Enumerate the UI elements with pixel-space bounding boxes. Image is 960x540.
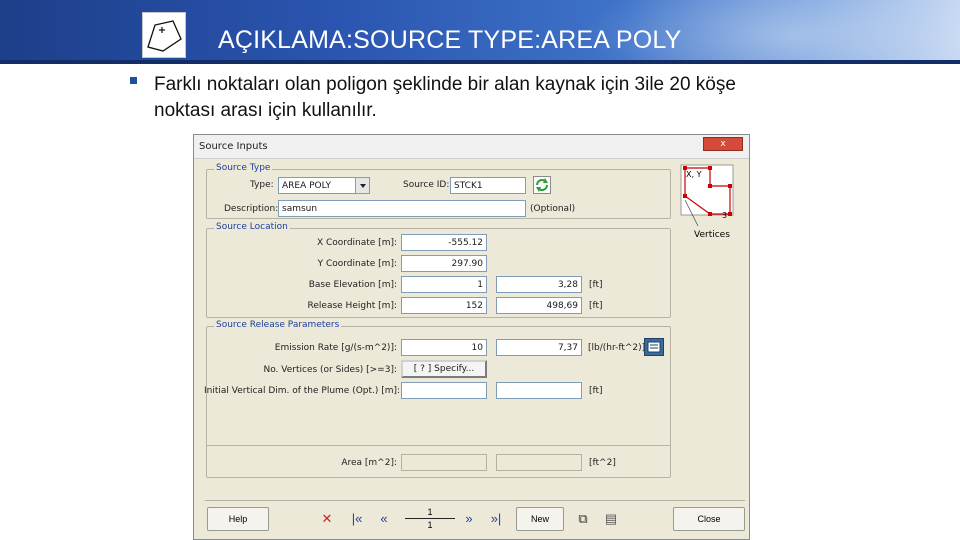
bullet-line-2: noktası arası için kullanılır.: [154, 100, 377, 121]
initial-vertical-dim-unit: [ft]: [589, 386, 603, 396]
close-button[interactable]: Close: [673, 507, 745, 531]
x-coordinate-label: X Coordinate [m]:: [316, 238, 397, 248]
vertices-diagram: X, Y 3 Vertices: [680, 164, 740, 244]
source-id-label: Source ID:: [403, 180, 450, 190]
bullet-text: Farklı noktaları olan poligon şeklinde b…: [154, 72, 914, 124]
specify-vertices-button[interactable]: [ ? ] Specify...: [401, 360, 487, 378]
type-select[interactable]: AREA POLY: [278, 177, 370, 194]
dialog-title-bar: Source Inputs x: [194, 135, 749, 159]
x-coordinate-field[interactable]: -555.12: [401, 234, 487, 251]
area-ft-field: [496, 454, 582, 471]
refresh-icon[interactable]: [533, 176, 551, 194]
dialog-title: Source Inputs: [199, 141, 268, 152]
area-divider: [206, 445, 671, 446]
dialog-close-button[interactable]: x: [703, 137, 743, 151]
optional-label: (Optional): [530, 204, 576, 214]
diagram-xy-label: X, Y: [686, 170, 702, 179]
emission-rate-label: Emission Rate [g/(s-m^2)]:: [274, 343, 397, 353]
record-current: 1: [427, 507, 433, 517]
release-height-field[interactable]: 152: [401, 297, 487, 314]
bullet-line-1: Farklı noktaları olan poligon şeklinde b…: [154, 74, 736, 95]
diagram-vertices-label: Vertices: [694, 230, 730, 240]
emission-rate-alt-field[interactable]: 7,37: [496, 339, 582, 356]
toolbar-separator: [205, 500, 745, 501]
last-record-icon[interactable]: »|: [485, 508, 507, 530]
next-record-icon[interactable]: »: [458, 508, 480, 530]
release-parameters-group-label: Source Release Parameters: [214, 320, 342, 330]
paste-icon[interactable]: ▤: [600, 508, 622, 530]
record-divider: [405, 518, 455, 519]
area-label: Area [m^2]:: [341, 458, 397, 468]
emission-rate-field[interactable]: 10: [401, 339, 487, 356]
base-elevation-unit: [ft]: [589, 280, 603, 290]
emission-rate-unit: [lb/(hr-ft^2)]: [588, 343, 646, 353]
initial-vertical-dim-label: Initial Vertical Dim. of the Plume (Opt.…: [204, 386, 401, 396]
base-elevation-ft-field[interactable]: 3,28: [496, 276, 582, 293]
slide-title: AÇIKLAMA:SOURCE TYPE:AREA POLY: [218, 26, 682, 54]
initial-vertical-dim-field[interactable]: [401, 382, 487, 399]
bullet-square-icon: [130, 77, 137, 84]
initial-vertical-dim-ft-field[interactable]: [496, 382, 582, 399]
prev-record-icon[interactable]: «: [373, 508, 395, 530]
delete-icon[interactable]: ✕: [316, 508, 338, 530]
area-unit: [ft^2]: [589, 458, 616, 468]
source-inputs-dialog: Source Inputs x Source Type Type: AREA P…: [193, 134, 750, 540]
help-button[interactable]: Help: [207, 507, 269, 531]
description-field[interactable]: samsun: [278, 200, 526, 217]
type-label: Type:: [250, 180, 274, 190]
source-id-field[interactable]: STCK1: [450, 177, 526, 194]
copy-icon[interactable]: ⧉: [572, 508, 594, 530]
header-bottom-bar: [0, 60, 960, 64]
calculator-icon[interactable]: [644, 338, 664, 356]
new-button[interactable]: New: [516, 507, 564, 531]
diagram-count-label: 3: [722, 211, 728, 220]
base-elevation-label: Base Elevation [m]:: [308, 280, 397, 290]
type-select-value: AREA POLY: [282, 181, 331, 191]
base-elevation-field[interactable]: 1: [401, 276, 487, 293]
record-counter: 1 1: [401, 505, 459, 533]
release-height-unit: [ft]: [589, 301, 603, 311]
y-coordinate-label: Y Coordinate [m]:: [317, 259, 397, 269]
y-coordinate-field[interactable]: 297.90: [401, 255, 487, 272]
chevron-down-icon[interactable]: [355, 178, 369, 193]
source-location-group-label: Source Location: [214, 222, 290, 232]
description-label: Description:: [224, 204, 279, 214]
area-field: [401, 454, 487, 471]
area-poly-icon: [142, 12, 186, 58]
source-type-group-label: Source Type: [214, 163, 273, 173]
first-record-icon[interactable]: |«: [346, 508, 368, 530]
vertices-label: No. Vertices (or Sides) [>=3]:: [263, 365, 397, 375]
record-total: 1: [427, 520, 433, 530]
release-height-ft-field[interactable]: 498,69: [496, 297, 582, 314]
release-height-label: Release Height [m]:: [307, 301, 397, 311]
